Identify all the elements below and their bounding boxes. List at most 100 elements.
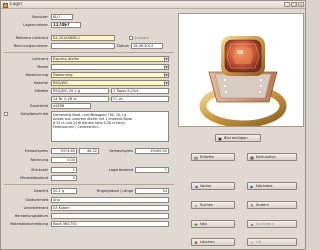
edit-icon: ✎ (250, 202, 254, 208)
stueckzahl-field[interactable]: 1 (51, 167, 77, 173)
chevron-down-icon[interactable]: ▼ (164, 65, 168, 69)
bild-einfuegen-button[interactable]: ▣ Bild einfügen (215, 134, 261, 142)
loeschen-label: Löschen (200, 240, 215, 244)
neu-label: Neu (200, 222, 208, 226)
aendern-label: Ändern (256, 203, 269, 207)
benutzer-label: Benutzer (32, 15, 48, 19)
delete-icon: ✖ (194, 239, 198, 245)
gewicht-label: Gewicht (33, 189, 48, 193)
verkauf-field[interactable]: 10400.00 (135, 148, 169, 154)
zusatzfeld-field[interactable]: a4468 (51, 103, 91, 109)
bezeichnung-label: Bezeichnung (25, 73, 48, 77)
detail-line: Farbnuancen / Centralinien... (53, 124, 101, 129)
image-icon: ▣ (218, 135, 222, 141)
maximize-button[interactable]: □ (291, 2, 297, 7)
hersteller-label: Herstellungsdatum (14, 214, 48, 218)
detail-label: Detailbeschrieb (20, 112, 48, 116)
aendern-button[interactable]: ✎ Ändern (247, 201, 297, 209)
stueckzahl-label: Stückzahl (31, 168, 48, 172)
detail-checkbox[interactable] (4, 112, 8, 116)
lager-window: Lager _ □ x Benutzer KLO Lagernummer 117… (0, 0, 306, 250)
benutzer-field[interactable]: KLO (51, 14, 73, 20)
rabatt-label: Rechnung (30, 158, 48, 162)
etikette-line-3[interactable]: 24 Br. 0.28 ct. (51, 96, 109, 102)
lagernummer-label: Lagernummer (23, 23, 48, 27)
referenz-label: Referenz Lieferant (15, 36, 48, 40)
gewicht-field[interactable]: 20.1 g (51, 188, 77, 194)
loeschen-button[interactable]: ✖ Löschen (191, 238, 235, 246)
auswahl-label: Auswahl (134, 36, 149, 40)
bezeichnung-combo[interactable]: Damenring ▼ (51, 72, 169, 78)
speichern-label: Speichern (256, 222, 274, 226)
arrow-right-icon: ▶ (250, 183, 254, 189)
material-combo[interactable]: RSG/WG ▼ (51, 80, 169, 86)
material-bez-label: Materialbeschreibung (10, 222, 48, 226)
lagernummer-field[interactable]: 117467 (51, 22, 81, 28)
etikette-line-1[interactable]: RSG/WG 20.1 g (51, 88, 109, 94)
minimize-button[interactable]: _ (284, 2, 290, 7)
marge-field[interactable]: 46.32 (79, 148, 99, 154)
chevron-down-icon[interactable]: ▼ (164, 57, 168, 61)
goldschmied-label: Goldschmied (25, 198, 48, 202)
lieferant-combo[interactable]: Express Atelier ▼ (51, 56, 169, 62)
lieferant-label: Lieferant (32, 57, 48, 61)
chevron-down-icon[interactable]: ▼ (164, 81, 168, 85)
material-value: RSG/WG (53, 81, 68, 85)
material-label: Material (33, 81, 48, 85)
vorher-label: Vorher (200, 184, 212, 188)
lieferant-value: Express Atelier (53, 57, 80, 61)
rabatt-field[interactable]: 0.00 (51, 157, 77, 163)
marke-combo[interactable]: ▼ (51, 64, 169, 70)
rechnung-field[interactable] (51, 43, 115, 49)
referenz-field[interactable]: EA 20140808-1 (51, 35, 115, 41)
divider (4, 52, 174, 53)
bezeichnung-value: Damenring (53, 73, 73, 77)
calculator-icon: ▦ (250, 154, 254, 160)
window-title: Lager (10, 2, 23, 7)
unterlieferant-field[interactable]: EA Kuben (51, 205, 169, 211)
zusatzfeld-label: Zusatzfeld (29, 104, 48, 108)
app-icon (3, 2, 8, 8)
rechnung-label: Rechnungsnummer (13, 44, 48, 48)
product-photo (178, 13, 304, 127)
naechstes-button[interactable]: ▶ Nächstes (247, 182, 297, 190)
datum-field[interactable]: 18.08.2014 (131, 43, 163, 49)
chevron-down-icon[interactable]: ▼ (164, 73, 168, 77)
close-button[interactable]: x (298, 2, 304, 7)
etikette-line-2[interactable]: 1 Topas 8.25ct (111, 88, 169, 94)
goldschmied-field[interactable]: Ana (51, 197, 169, 203)
title-bar: Lager _ □ x (1, 1, 305, 9)
datum-label: Datum (117, 44, 129, 48)
mindest-field[interactable]: 0 (51, 175, 77, 181)
einkauf-field[interactable]: 5374.65 (51, 148, 77, 154)
suchen-button[interactable]: ⌕ Suchen (191, 201, 235, 209)
marke-label: Marke (37, 65, 48, 69)
suchen-label: Suchen (200, 203, 214, 207)
finger-label: Fingergrösse / Länge (96, 189, 133, 193)
vorher-button[interactable]: ◀ Vorher (191, 182, 235, 190)
hersteller-field[interactable] (51, 213, 169, 219)
etikette-button[interactable]: ▤ Etikette (191, 153, 235, 161)
einkauf-label: Einkaufspreis (24, 149, 48, 153)
etikette-line-4[interactable]: CI. vs (111, 96, 169, 102)
verkauf-label: Verkaufspreis (109, 149, 133, 153)
ok-label: OK (256, 240, 262, 244)
neu-button[interactable]: ✚ Neu (191, 220, 235, 228)
lagerbestand-label: Lagerbestand (108, 168, 133, 172)
arrow-left-icon: ◀ (194, 183, 198, 189)
naechstes-label: Nächstes (256, 184, 273, 188)
finger-field[interactable]: 54 (135, 188, 169, 194)
detail-textarea[interactable]: Damenring Rosé- und Weissgold 750, 20.1 … (51, 111, 169, 142)
tag-icon: ▤ (194, 154, 198, 160)
auswahl-checkbox[interactable] (129, 36, 133, 40)
lagerbestand-field[interactable]: 1 (135, 167, 169, 173)
material-bez-field[interactable]: Rosé-/WG750 (51, 221, 169, 227)
ok-button[interactable]: ✔ OK (247, 238, 297, 246)
kalkulation-button[interactable]: ▦ Kalkulation (247, 153, 297, 161)
speichern-button[interactable]: ▪ Speichern (247, 220, 297, 228)
new-icon: ✚ (194, 221, 198, 227)
divider (4, 184, 174, 185)
bild-einfuegen-label: Bild einfügen (224, 136, 248, 140)
ring-image (199, 36, 287, 126)
save-icon: ▪ (250, 221, 254, 227)
